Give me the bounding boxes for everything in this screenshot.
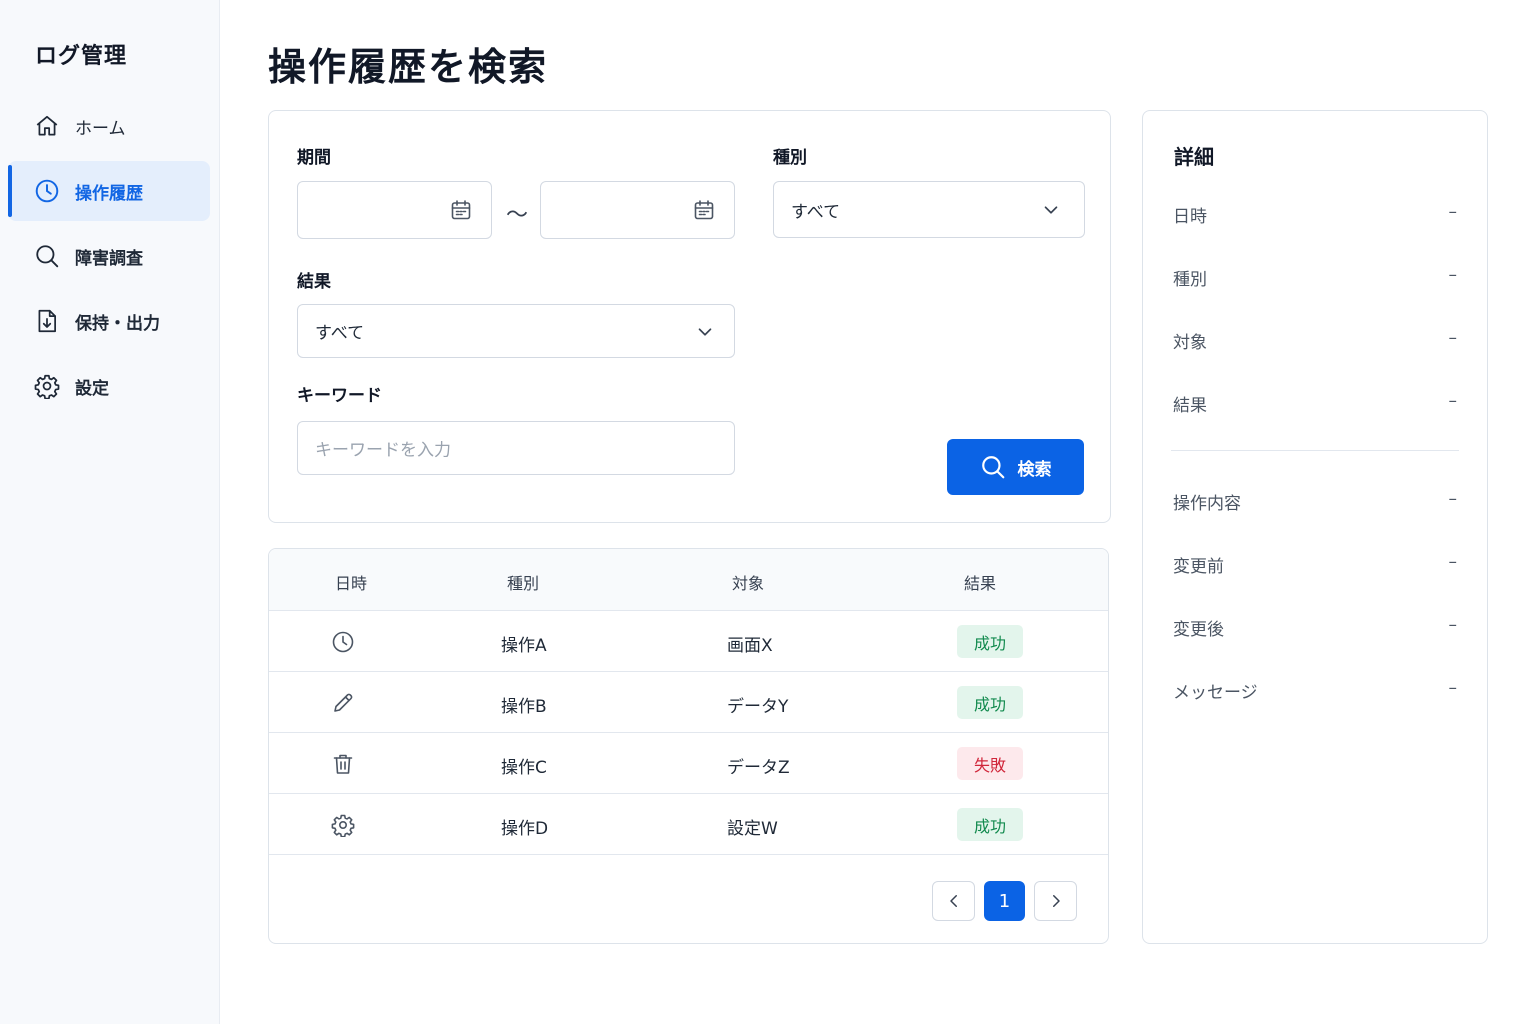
sidebar-nav: ホーム 操作履歴 障害調査 保持・出力 設定: [8, 96, 210, 421]
detail-panel: 詳細 日時 – 種別 – 対象 – 結果 – 操作内容 – 変更前 – 変更後 …: [1142, 110, 1488, 944]
detail-divider: [1171, 450, 1459, 451]
detail-label-message: メッセージ: [1173, 683, 1258, 703]
sidebar-item-label: 操作履歴: [75, 183, 143, 204]
detail-label-after: 変更後: [1173, 620, 1224, 640]
sidebar: ログ管理 ホーム 操作履歴 障害調査 保持・出力 設定: [0, 0, 220, 1024]
cell-target: 設定W: [727, 819, 778, 839]
detail-title: 詳細: [1174, 145, 1214, 169]
chevron-right-icon: [1052, 895, 1060, 907]
trash-icon: [333, 754, 353, 774]
gear-icon: [331, 814, 355, 837]
table-row[interactable]: 操作A 画面X 成功: [269, 611, 1108, 672]
detail-value-result: –: [1448, 391, 1458, 411]
status-badge: 成功: [957, 686, 1023, 719]
table-row[interactable]: 操作D 設定W 成功: [269, 794, 1108, 855]
sidebar-item-home[interactable]: ホーム: [8, 96, 210, 156]
keyword-input[interactable]: キーワードを入力: [297, 421, 735, 475]
page-title: 操作履歴を検索: [268, 45, 549, 89]
column-header-datetime[interactable]: 日時: [335, 570, 367, 594]
calendar-icon[interactable]: [449, 198, 473, 222]
detail-label-before: 変更前: [1173, 557, 1224, 577]
table-row[interactable]: 操作B データY 成功: [269, 672, 1108, 733]
cell-type: 操作B: [501, 697, 547, 717]
detail-label-datetime: 日時: [1173, 207, 1207, 227]
pagination-next-button[interactable]: [1034, 881, 1077, 921]
status-badge: 成功: [957, 808, 1023, 841]
results-table: 日時 種別 対象 結果 操作A 画面X 成功 操作B データY 成功 操作C デ…: [268, 548, 1109, 944]
file-download-icon: [38, 309, 56, 333]
column-header-result[interactable]: 結果: [964, 570, 996, 594]
clock-icon: [35, 179, 59, 203]
table-header: 日時 種別 対象 結果: [269, 549, 1108, 611]
type-select[interactable]: すべて: [773, 181, 1085, 238]
detail-label-operation: 操作内容: [1173, 494, 1241, 514]
status-badge: 成功: [957, 625, 1023, 658]
detail-label-type: 種別: [1173, 270, 1207, 290]
search-icon: [981, 456, 1004, 479]
keyword-label: キーワード: [297, 386, 382, 406]
period-end-input[interactable]: [540, 181, 735, 239]
cell-target: データZ: [727, 758, 790, 778]
search-button[interactable]: 検索: [947, 439, 1084, 495]
status-badge: 失敗: [957, 747, 1023, 780]
sidebar-item-label: 設定: [75, 378, 109, 399]
app-title: ログ管理: [35, 44, 128, 69]
pagination-page-current[interactable]: 1: [984, 881, 1025, 921]
cell-type: 操作A: [501, 636, 547, 656]
cell-target: データY: [727, 697, 789, 717]
clock-icon: [332, 631, 354, 653]
cell-target: 画面X: [727, 636, 773, 656]
period-separator: 〜: [506, 203, 529, 228]
column-header-target[interactable]: 対象: [732, 570, 764, 594]
result-select-value: すべて: [315, 323, 365, 344]
detail-value-type: –: [1448, 265, 1458, 285]
calendar-icon[interactable]: [692, 198, 716, 222]
sidebar-item-investigation[interactable]: 障害調査: [8, 226, 210, 286]
cell-type: 操作D: [501, 819, 549, 839]
search-form: 期間 〜 種別 すべて 結果 すべて キーワード キーワードを入力 検索: [268, 110, 1111, 523]
pencil-icon: [334, 693, 353, 712]
detail-value-datetime: –: [1448, 202, 1458, 222]
detail-label-result: 結果: [1173, 396, 1207, 416]
search-icon: [36, 245, 59, 268]
sidebar-item-label: 保持・出力: [75, 313, 160, 334]
period-start-input[interactable]: [297, 181, 492, 239]
sidebar-item-history[interactable]: 操作履歴: [8, 161, 210, 221]
detail-label-target: 対象: [1173, 333, 1207, 353]
home-icon: [36, 115, 58, 136]
chevron-down-icon: [1044, 206, 1058, 214]
detail-value-before: –: [1448, 552, 1458, 572]
type-label: 種別: [773, 148, 807, 168]
chevron-down-icon: [698, 328, 712, 336]
gear-icon: [34, 374, 60, 399]
detail-value-target: –: [1448, 328, 1458, 348]
type-select-value: すべて: [791, 202, 841, 222]
detail-value-operation: –: [1448, 489, 1458, 509]
sidebar-item-label: ホーム: [75, 118, 126, 139]
result-select[interactable]: すべて: [297, 304, 735, 358]
sidebar-item-label: 障害調査: [75, 248, 143, 269]
sidebar-item-retention[interactable]: 保持・出力: [8, 291, 210, 351]
keyword-placeholder: キーワードを入力: [315, 440, 451, 461]
column-header-type[interactable]: 種別: [507, 570, 539, 594]
detail-value-message: –: [1448, 678, 1458, 698]
search-button-label: 検索: [1017, 459, 1052, 480]
detail-value-after: –: [1448, 615, 1458, 635]
cell-type: 操作C: [501, 758, 547, 778]
period-label: 期間: [297, 148, 331, 168]
result-label: 結果: [297, 272, 331, 292]
table-row[interactable]: 操作C データZ 失敗: [269, 733, 1108, 794]
sidebar-item-settings[interactable]: 設定: [8, 356, 210, 416]
pagination-prev-button[interactable]: [932, 881, 975, 921]
chevron-left-icon: [949, 895, 957, 907]
